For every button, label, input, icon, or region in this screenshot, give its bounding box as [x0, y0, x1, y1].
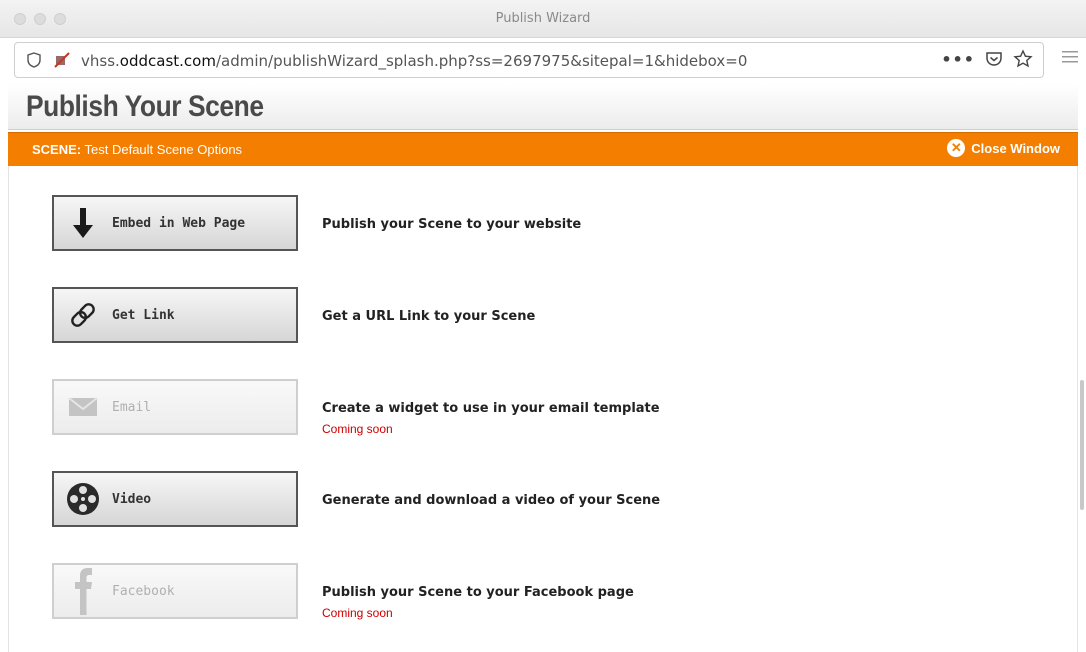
download-arrow-icon: [73, 208, 93, 238]
hamburger-menu-icon[interactable]: [1062, 50, 1078, 64]
page-title: Publish Your Scene: [26, 90, 264, 123]
publish-options: Embed in Web Page Publish your Scene to …: [8, 166, 1078, 652]
page-header: Publish Your Scene: [8, 84, 1078, 130]
get-link-button[interactable]: Get Link: [52, 287, 298, 343]
url-text[interactable]: vhss.oddcast.com/admin/publishWizard_spl…: [81, 52, 747, 70]
option-description: Get a URL Link to your Scene: [322, 309, 536, 324]
scene-bar: SCENE: Test Default Scene Options ✕ Clos…: [8, 132, 1078, 166]
button-label: Embed in Web Page: [112, 215, 246, 231]
list-item: Get Link Get a URL Link to your Scene: [9, 287, 1079, 343]
shield-icon[interactable]: [27, 52, 41, 68]
scene-name: Test Default Scene Options: [84, 142, 243, 157]
close-window-button[interactable]: ✕ Close Window: [947, 139, 1060, 157]
scene-label: SCENE: Test Default Scene Options: [32, 142, 243, 157]
window-title: Publish Wizard: [495, 11, 591, 26]
coming-soon-note: Coming soon: [322, 422, 393, 436]
option-description: Create a widget to use in your email tem…: [322, 401, 660, 416]
bookmark-star-icon[interactable]: [1013, 49, 1033, 69]
browser-titlebar: Publish Wizard: [0, 0, 1086, 38]
list-item: Embed in Web Page Publish your Scene to …: [9, 195, 1079, 251]
close-window-label: Close Window: [971, 140, 1060, 156]
pocket-icon[interactable]: [985, 50, 1003, 68]
option-description: Publish your Scene to your website: [322, 217, 582, 232]
film-reel-icon: [67, 483, 99, 515]
button-label: Email: [112, 399, 152, 415]
embed-in-web-page-button[interactable]: Embed in Web Page: [52, 195, 298, 251]
option-description: Publish your Scene to your Facebook page: [322, 585, 634, 600]
list-item: Facebook Publish your Scene to your Face…: [9, 563, 1079, 620]
facebook-button[interactable]: Facebook: [52, 563, 298, 619]
more-actions-icon[interactable]: •••: [941, 50, 975, 69]
address-bar[interactable]: vhss.oddcast.com/admin/publishWizard_spl…: [14, 42, 1044, 78]
close-icon: ✕: [947, 139, 966, 157]
list-item: Email Create a widget to use in your ema…: [9, 379, 1079, 436]
button-label: Facebook: [112, 583, 175, 599]
coming-soon-note: Coming soon: [322, 606, 393, 620]
scrollbar[interactable]: [1080, 380, 1084, 510]
facebook-icon: [75, 568, 92, 615]
blocked-permission-icon[interactable]: [53, 51, 71, 69]
email-button[interactable]: Email: [52, 379, 298, 435]
video-button[interactable]: Video: [52, 471, 298, 527]
option-description: Generate and download a video of your Sc…: [322, 493, 661, 508]
link-icon: [71, 303, 95, 327]
button-label: Get Link: [112, 307, 175, 323]
list-item: Video Generate and download a video of y…: [9, 471, 1079, 527]
button-label: Video: [112, 491, 152, 507]
envelope-icon: [68, 397, 98, 416]
